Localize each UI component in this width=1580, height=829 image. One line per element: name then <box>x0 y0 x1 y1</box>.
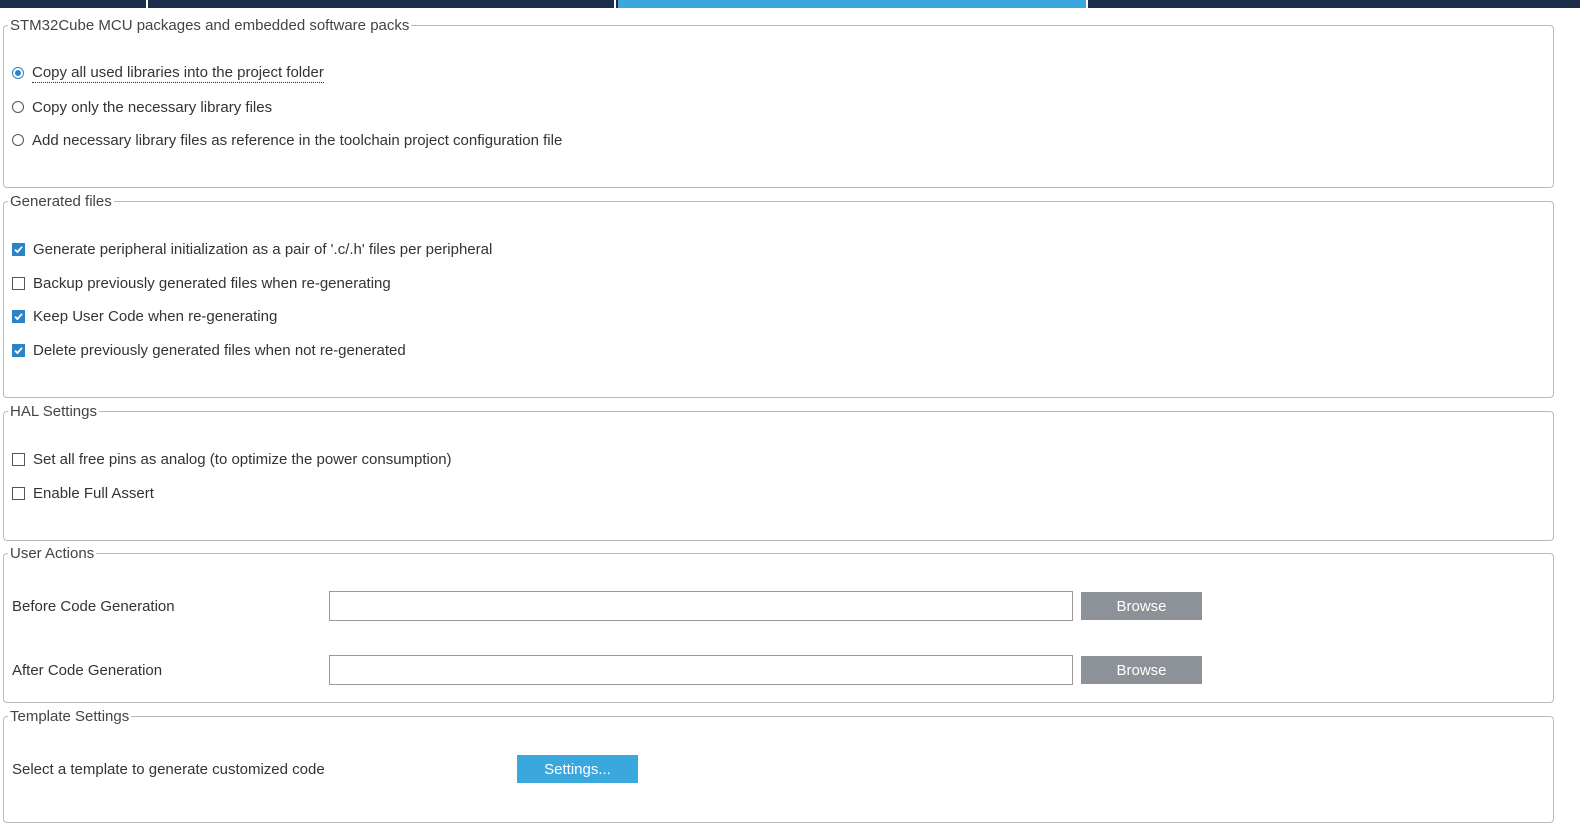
after-browse-button[interactable]: Browse <box>1081 656 1202 684</box>
template-settings-button[interactable]: Settings... <box>517 755 638 783</box>
checkbox-delete-previously-generated[interactable]: Delete previously generated files when n… <box>12 340 406 360</box>
checkbox-checked-icon[interactable] <box>12 242 25 256</box>
hal-settings-legend: HAL Settings <box>10 403 97 420</box>
checkbox-generate-peripheral-pairs[interactable]: Generate peripheral initialization as a … <box>12 239 492 259</box>
hal-settings-group: HAL Settings Set all free pins as analog… <box>3 403 1554 541</box>
template-settings-group: Template Settings Select a template to g… <box>3 708 1554 823</box>
checkbox-label: Backup previously generated files when r… <box>33 274 391 292</box>
checkbox-unchecked-icon[interactable] <box>12 276 25 290</box>
checkbox-unchecked-icon[interactable] <box>12 452 25 466</box>
tab-3-active[interactable] <box>618 0 1086 8</box>
generated-files-legend: Generated files <box>10 193 112 210</box>
checkbox-unchecked-icon[interactable] <box>12 486 25 500</box>
radio-copy-necessary-files[interactable]: Copy only the necessary library files <box>12 97 272 117</box>
radio-copy-all-libraries[interactable]: Copy all used libraries into the project… <box>12 63 324 83</box>
radio-label: Copy all used libraries into the project… <box>32 63 324 83</box>
user-actions-group: User Actions Before Code Generation Brow… <box>3 545 1554 703</box>
checkbox-label: Set all free pins as analog (to optimize… <box>33 450 452 468</box>
checkbox-label: Delete previously generated files when n… <box>33 341 406 359</box>
mcu-packages-legend: STM32Cube MCU packages and embedded soft… <box>10 17 410 34</box>
before-code-generation-input[interactable] <box>329 591 1073 621</box>
radio-selected-icon[interactable] <box>12 67 24 79</box>
checkbox-label: Keep User Code when re-generating <box>33 307 278 325</box>
checkbox-keep-user-code[interactable]: Keep User Code when re-generating <box>12 306 277 326</box>
radio-label: Copy only the necessary library files <box>32 98 273 116</box>
checkbox-backup-generated-files[interactable]: Backup previously generated files when r… <box>12 273 391 293</box>
checkbox-label: Enable Full Assert <box>33 484 154 502</box>
radio-unselected-icon[interactable] <box>12 134 24 146</box>
checkbox-label: Generate peripheral initialization as a … <box>33 240 493 258</box>
after-code-generation-input[interactable] <box>329 655 1073 685</box>
radio-unselected-icon[interactable] <box>12 101 24 113</box>
after-code-generation-label: After Code Generation <box>12 662 163 679</box>
checkbox-checked-icon[interactable] <box>12 343 25 357</box>
template-settings-label: Select a template to generate customized… <box>12 761 325 778</box>
radio-add-as-reference[interactable]: Add necessary library files as reference… <box>12 130 562 150</box>
radio-label: Add necessary library files as reference… <box>32 131 563 149</box>
mcu-packages-group: STM32Cube MCU packages and embedded soft… <box>3 17 1554 188</box>
generated-files-group: Generated files Generate peripheral init… <box>3 193 1554 398</box>
tab-4[interactable] <box>1088 0 1580 8</box>
tab-2[interactable] <box>148 0 614 8</box>
before-browse-button[interactable]: Browse <box>1081 592 1202 620</box>
checkbox-checked-icon[interactable] <box>12 309 25 323</box>
tab-bar <box>0 0 1580 8</box>
template-settings-legend: Template Settings <box>10 708 130 725</box>
user-actions-legend: User Actions <box>10 545 95 562</box>
checkbox-free-pins-analog[interactable]: Set all free pins as analog (to optimize… <box>12 449 452 469</box>
tab-separator <box>614 0 616 8</box>
before-code-generation-label: Before Code Generation <box>12 598 175 615</box>
checkbox-enable-full-assert[interactable]: Enable Full Assert <box>12 483 154 503</box>
tab-1[interactable] <box>0 0 146 8</box>
